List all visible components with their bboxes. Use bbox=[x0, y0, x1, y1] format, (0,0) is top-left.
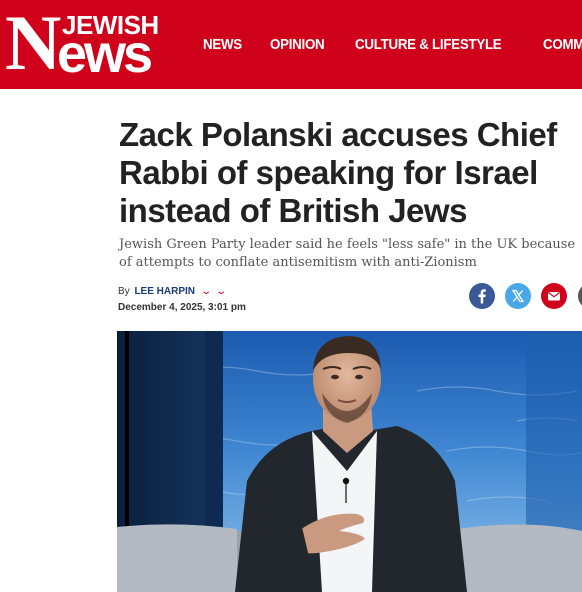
publish-date: December 4, 2025, 3:01 pm bbox=[118, 302, 246, 313]
more-icon bbox=[578, 283, 582, 309]
hero-image bbox=[117, 331, 582, 592]
facebook-icon bbox=[478, 289, 486, 304]
logo-ews: ews bbox=[57, 24, 153, 84]
site-logo[interactable]: N JEWISH ews bbox=[0, 0, 195, 89]
nav-culture-lifestyle[interactable]: CULTURE & LIFESTYLE bbox=[355, 36, 502, 54]
share-more-button[interactable] bbox=[578, 283, 582, 309]
nav-news[interactable]: NEWS bbox=[203, 36, 242, 54]
share-email-button[interactable] bbox=[541, 283, 567, 309]
chevron-down-icon[interactable]: ⌄ bbox=[200, 286, 212, 298]
author-link[interactable]: LEE HARPIN bbox=[134, 286, 195, 297]
x-icon bbox=[511, 289, 525, 303]
main-nav: NEWS OPINION CULTURE & LIFESTYLE COMMUNI… bbox=[203, 36, 582, 54]
hero-photo bbox=[117, 331, 582, 592]
share-x-button[interactable] bbox=[505, 283, 531, 309]
email-icon bbox=[547, 291, 561, 301]
nav-community[interactable]: COMMUNIT bbox=[543, 36, 582, 54]
nav-opinion[interactable]: OPINION bbox=[270, 36, 325, 54]
chevron-down-icon[interactable]: ⌄ bbox=[215, 286, 227, 298]
byline: By LEE HARPIN ⌄ ⌄ bbox=[118, 286, 227, 298]
site-header: N JEWISH ews NEWS OPINION CULTURE & LIFE… bbox=[0, 0, 582, 89]
article-headline: Zack Polanski accuses Chief Rabbi of spe… bbox=[119, 116, 557, 229]
share-facebook-button[interactable] bbox=[469, 283, 495, 309]
logo-n: N bbox=[5, 0, 61, 86]
byline-prefix: By bbox=[118, 286, 130, 297]
article-subheadline: Jewish Green Party leader said he feels … bbox=[119, 237, 576, 270]
